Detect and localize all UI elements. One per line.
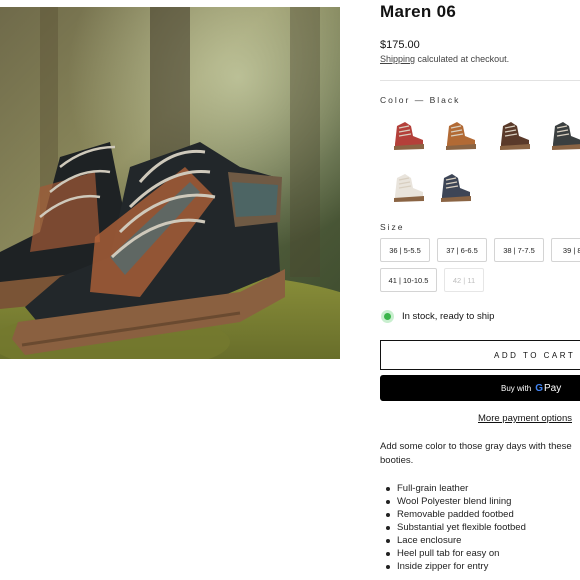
google-g-icon: G <box>535 382 544 394</box>
feature-item: Full-grain leather <box>386 482 526 495</box>
size-option: 42 | 11 <box>444 268 484 292</box>
google-pay-button[interactable]: Buy with G Pay <box>380 375 580 401</box>
color-label: Color — Black <box>380 95 461 105</box>
color-swatch-white[interactable] <box>385 164 429 208</box>
product-info: Maren 06 $175.00 Shipping calculated at … <box>380 0 580 580</box>
feature-item: Heel pull tab for easy on <box>386 547 526 560</box>
color-swatch-brown[interactable] <box>491 112 535 156</box>
shipping-link[interactable]: Shipping <box>380 54 415 64</box>
size-option[interactable]: 36 | 5-5.5 <box>380 238 430 262</box>
add-to-cart-button[interactable]: ADD TO CART <box>380 340 580 370</box>
color-swatch-red[interactable] <box>385 112 429 156</box>
product-description: Add some color to those gray days with t… <box>380 441 572 466</box>
size-option[interactable]: 39 | 8- <box>551 238 580 262</box>
divider <box>380 80 580 81</box>
product-title: Maren 06 <box>380 2 457 21</box>
pay-label: Pay <box>544 382 562 394</box>
size-option[interactable]: 41 | 10-10.5 <box>380 268 437 292</box>
selected-color: Black <box>429 95 461 105</box>
feature-item: Substantial yet flexible footbed <box>386 521 526 534</box>
stock-indicator-icon <box>384 313 391 320</box>
shipping-note: Shipping calculated at checkout. <box>380 54 509 64</box>
feature-item: Inside zipper for entry <box>386 560 526 573</box>
buy-with-label: Buy with <box>501 383 532 393</box>
stock-text: In stock, ready to ship <box>402 311 495 322</box>
size-label: Size <box>380 222 405 232</box>
feature-item: Wool Polyester blend lining <box>386 495 526 508</box>
color-swatch-navy[interactable] <box>432 164 476 208</box>
more-payment-options-link[interactable]: More payment options <box>478 413 572 424</box>
size-option[interactable]: 38 | 7-7.5 <box>494 238 544 262</box>
size-option[interactable]: 37 | 6-6.5 <box>437 238 487 262</box>
feature-item: Lace enclosure <box>386 534 526 547</box>
color-swatch-black[interactable] <box>543 112 580 156</box>
stock-status: In stock, ready to ship <box>380 311 494 322</box>
shipping-note-text: calculated at checkout. <box>415 54 510 64</box>
product-image[interactable] <box>0 7 340 359</box>
feature-list: Full-grain leather Wool Polyester blend l… <box>386 482 526 573</box>
product-price: $175.00 <box>380 39 420 51</box>
color-swatch-tan[interactable] <box>437 112 481 156</box>
feature-item: Removable padded footbed <box>386 508 526 521</box>
